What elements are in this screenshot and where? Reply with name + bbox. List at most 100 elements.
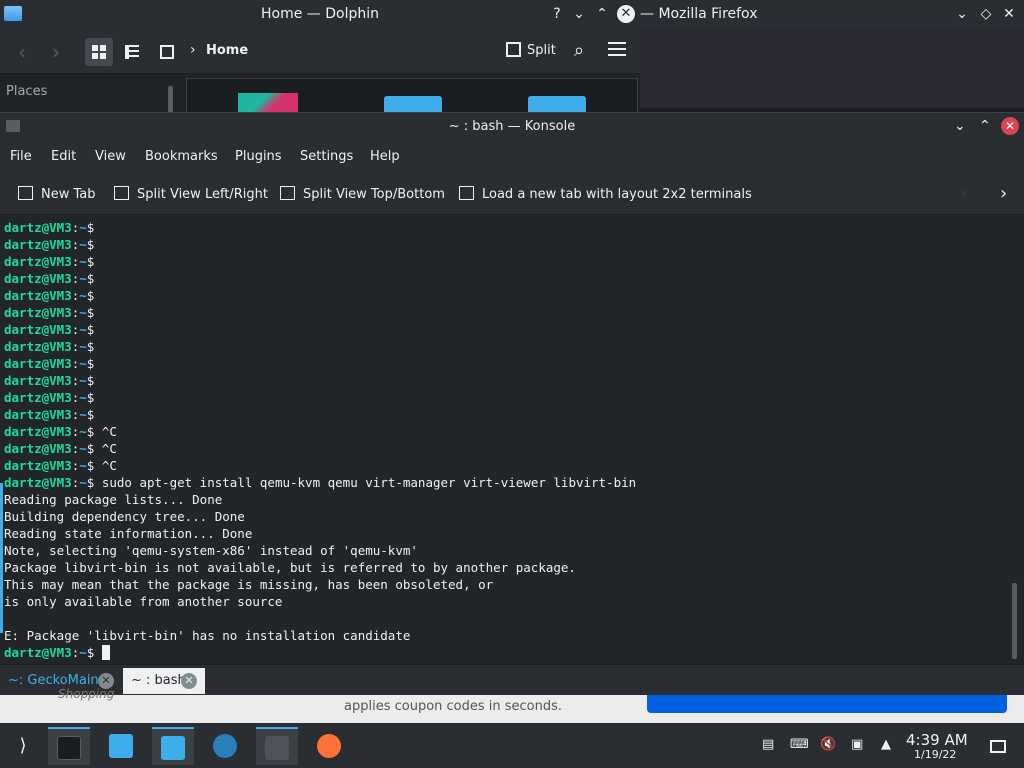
firefox-restore-button[interactable]: ◇: [977, 5, 995, 23]
konsole-task[interactable]: [256, 727, 298, 765]
terminal-line: dartz@VM3:~$: [4, 644, 1006, 661]
konsole-maximize-button[interactable]: ⌃: [979, 118, 991, 134]
image-thumbnail[interactable]: [238, 93, 298, 113]
output-text: Building dependency tree... Done: [4, 509, 245, 524]
dolphin-close-button[interactable]: ✕: [617, 5, 635, 23]
firefox-blue-button[interactable]: [647, 695, 1007, 713]
prompt-path: ~: [79, 254, 87, 269]
terminal-line: dartz@VM3:~$: [4, 219, 1006, 236]
firefox-minimize-button[interactable]: ⌄: [953, 5, 971, 23]
prompt-path: ~: [79, 322, 87, 337]
menu-file[interactable]: File: [10, 149, 32, 164]
clipboard-icon[interactable]: ▤: [762, 737, 774, 752]
icons-view-button[interactable]: [85, 38, 113, 66]
firefox-page-strip: Shopping applies coupon codes in seconds…: [0, 687, 1024, 723]
terminal-line: dartz@VM3:~$: [4, 236, 1006, 253]
dolphin-task[interactable]: [152, 727, 194, 765]
terminal-line: dartz@VM3:~$: [4, 287, 1006, 304]
prompt-dollar: $: [86, 237, 95, 252]
folder-icon: [161, 736, 185, 760]
layout-2x2-button[interactable]: Load a new tab with layout 2x2 terminals: [459, 186, 752, 202]
compact-view-button[interactable]: [118, 38, 146, 66]
network-task[interactable]: [204, 727, 246, 765]
firefox-task[interactable]: [308, 727, 350, 765]
terminal-line: Reading package lists... Done: [4, 491, 1006, 508]
split-top-bottom-button[interactable]: Split View Top/Bottom: [280, 186, 445, 202]
prompt-user: dartz@VM3: [4, 373, 72, 388]
firefox-window-background: [640, 28, 1024, 108]
forward-arrow-icon[interactable]: ›: [52, 40, 60, 64]
prompt-dollar: $: [86, 356, 95, 371]
dolphin-toolbar: ‹ › › Home Split ⌕: [0, 28, 640, 74]
konsole-minimize-button[interactable]: ⌄: [954, 118, 966, 134]
prompt-user: dartz@VM3: [4, 441, 72, 456]
show-desktop-icon[interactable]: [990, 740, 1006, 753]
layout-2x2-label: Load a new tab with layout 2x2 terminals: [482, 187, 752, 202]
details-view-button[interactable]: [153, 38, 181, 66]
search-icon[interactable]: ⌕: [574, 40, 584, 61]
prompt-user: dartz@VM3: [4, 322, 72, 337]
konsole-close-button[interactable]: ✕: [1001, 117, 1019, 135]
maximize-button[interactable]: ⌃: [593, 5, 611, 23]
terminal-line: dartz@VM3:~$: [4, 321, 1006, 338]
menu-bookmarks[interactable]: Bookmarks: [145, 149, 218, 164]
tab-label: ~: GeckoMain: [8, 673, 99, 688]
tab-bash[interactable]: ~ : bash ✕: [123, 668, 205, 694]
discover-task[interactable]: [100, 727, 142, 765]
prompt-path: ~: [79, 305, 87, 320]
chevron-right-icon[interactable]: ›: [1000, 183, 1007, 204]
prompt-user: dartz@VM3: [4, 305, 72, 320]
prompt-dollar: $: [86, 339, 95, 354]
split-top-bottom-label: Split View Top/Bottom: [303, 187, 445, 202]
terminal-scrollbar[interactable]: [1012, 583, 1017, 659]
menu-help[interactable]: Help: [370, 149, 400, 164]
terminal-line: dartz@VM3:~$ ^C: [4, 457, 1006, 474]
new-tab-icon: [18, 186, 33, 200]
split-button[interactable]: Split: [506, 42, 556, 58]
keyboard-icon[interactable]: ⌨: [790, 737, 809, 752]
prompt-dollar: $: [86, 322, 95, 337]
hamburger-menu-icon[interactable]: [608, 42, 626, 56]
prompt-user: dartz@VM3: [4, 237, 72, 252]
prompt-user: dartz@VM3: [4, 288, 72, 303]
show-hidden-icons[interactable]: ▲: [881, 737, 891, 752]
system-settings-task[interactable]: [48, 727, 90, 765]
application-launcher-icon[interactable]: ⟩: [2, 727, 44, 765]
back-arrow-icon[interactable]: ‹: [18, 40, 26, 64]
prompt-dollar: $: [86, 220, 95, 235]
split-label: Split: [527, 43, 556, 58]
konsole-window-title: ~ : bash — Konsole: [448, 119, 576, 134]
help-button[interactable]: ?: [548, 5, 566, 23]
breadcrumb-home[interactable]: Home: [206, 43, 248, 58]
clock-date[interactable]: 1/19/22: [914, 748, 956, 761]
close-tab-icon[interactable]: ✕: [181, 673, 197, 689]
menu-edit[interactable]: Edit: [51, 149, 76, 164]
menu-plugins[interactable]: Plugins: [235, 149, 282, 164]
konsole-titlebar: ~ : bash — Konsole ⌄ ⌃ ✕: [0, 113, 1024, 141]
new-tab-button[interactable]: New Tab: [18, 186, 96, 202]
menu-settings[interactable]: Settings: [300, 149, 353, 164]
terminal-line: E: Package 'libvirt-bin' has no installa…: [4, 627, 1006, 644]
minimize-button[interactable]: ⌄: [570, 5, 588, 23]
split-vertical-icon: [114, 186, 129, 200]
coupon-text: applies coupon codes in seconds.: [344, 699, 563, 714]
terminal-line: dartz@VM3:~$: [4, 253, 1006, 270]
split-left-right-button[interactable]: Split View Left/Right: [114, 186, 268, 202]
terminal-line: Note, selecting 'qemu-system-x86' instea…: [4, 542, 1006, 559]
output-text: Reading state information... Done: [4, 526, 253, 541]
menu-view[interactable]: View: [95, 149, 126, 164]
clock-time[interactable]: 4:39 AM: [906, 731, 968, 749]
volume-muted-icon[interactable]: 🔇: [820, 737, 836, 752]
split-left-right-label: Split View Left/Right: [137, 187, 269, 202]
konsole-menubar: File Edit View Bookmarks Plugins Setting…: [0, 141, 1024, 173]
network-icon[interactable]: ▣: [851, 737, 863, 752]
chevron-left-icon[interactable]: ›: [960, 183, 967, 204]
prompt-path: ~: [79, 220, 87, 235]
terminal-output[interactable]: dartz@VM3:~$ dartz@VM3:~$ dartz@VM3:~$ dart…: [0, 215, 1006, 664]
shopping-text: Shopping: [58, 687, 115, 701]
firefox-close-button[interactable]: ✕: [1000, 5, 1018, 23]
prompt-user: dartz@VM3: [4, 356, 72, 371]
prompt-user: dartz@VM3: [4, 390, 72, 405]
prompt-path: ~: [79, 271, 87, 286]
